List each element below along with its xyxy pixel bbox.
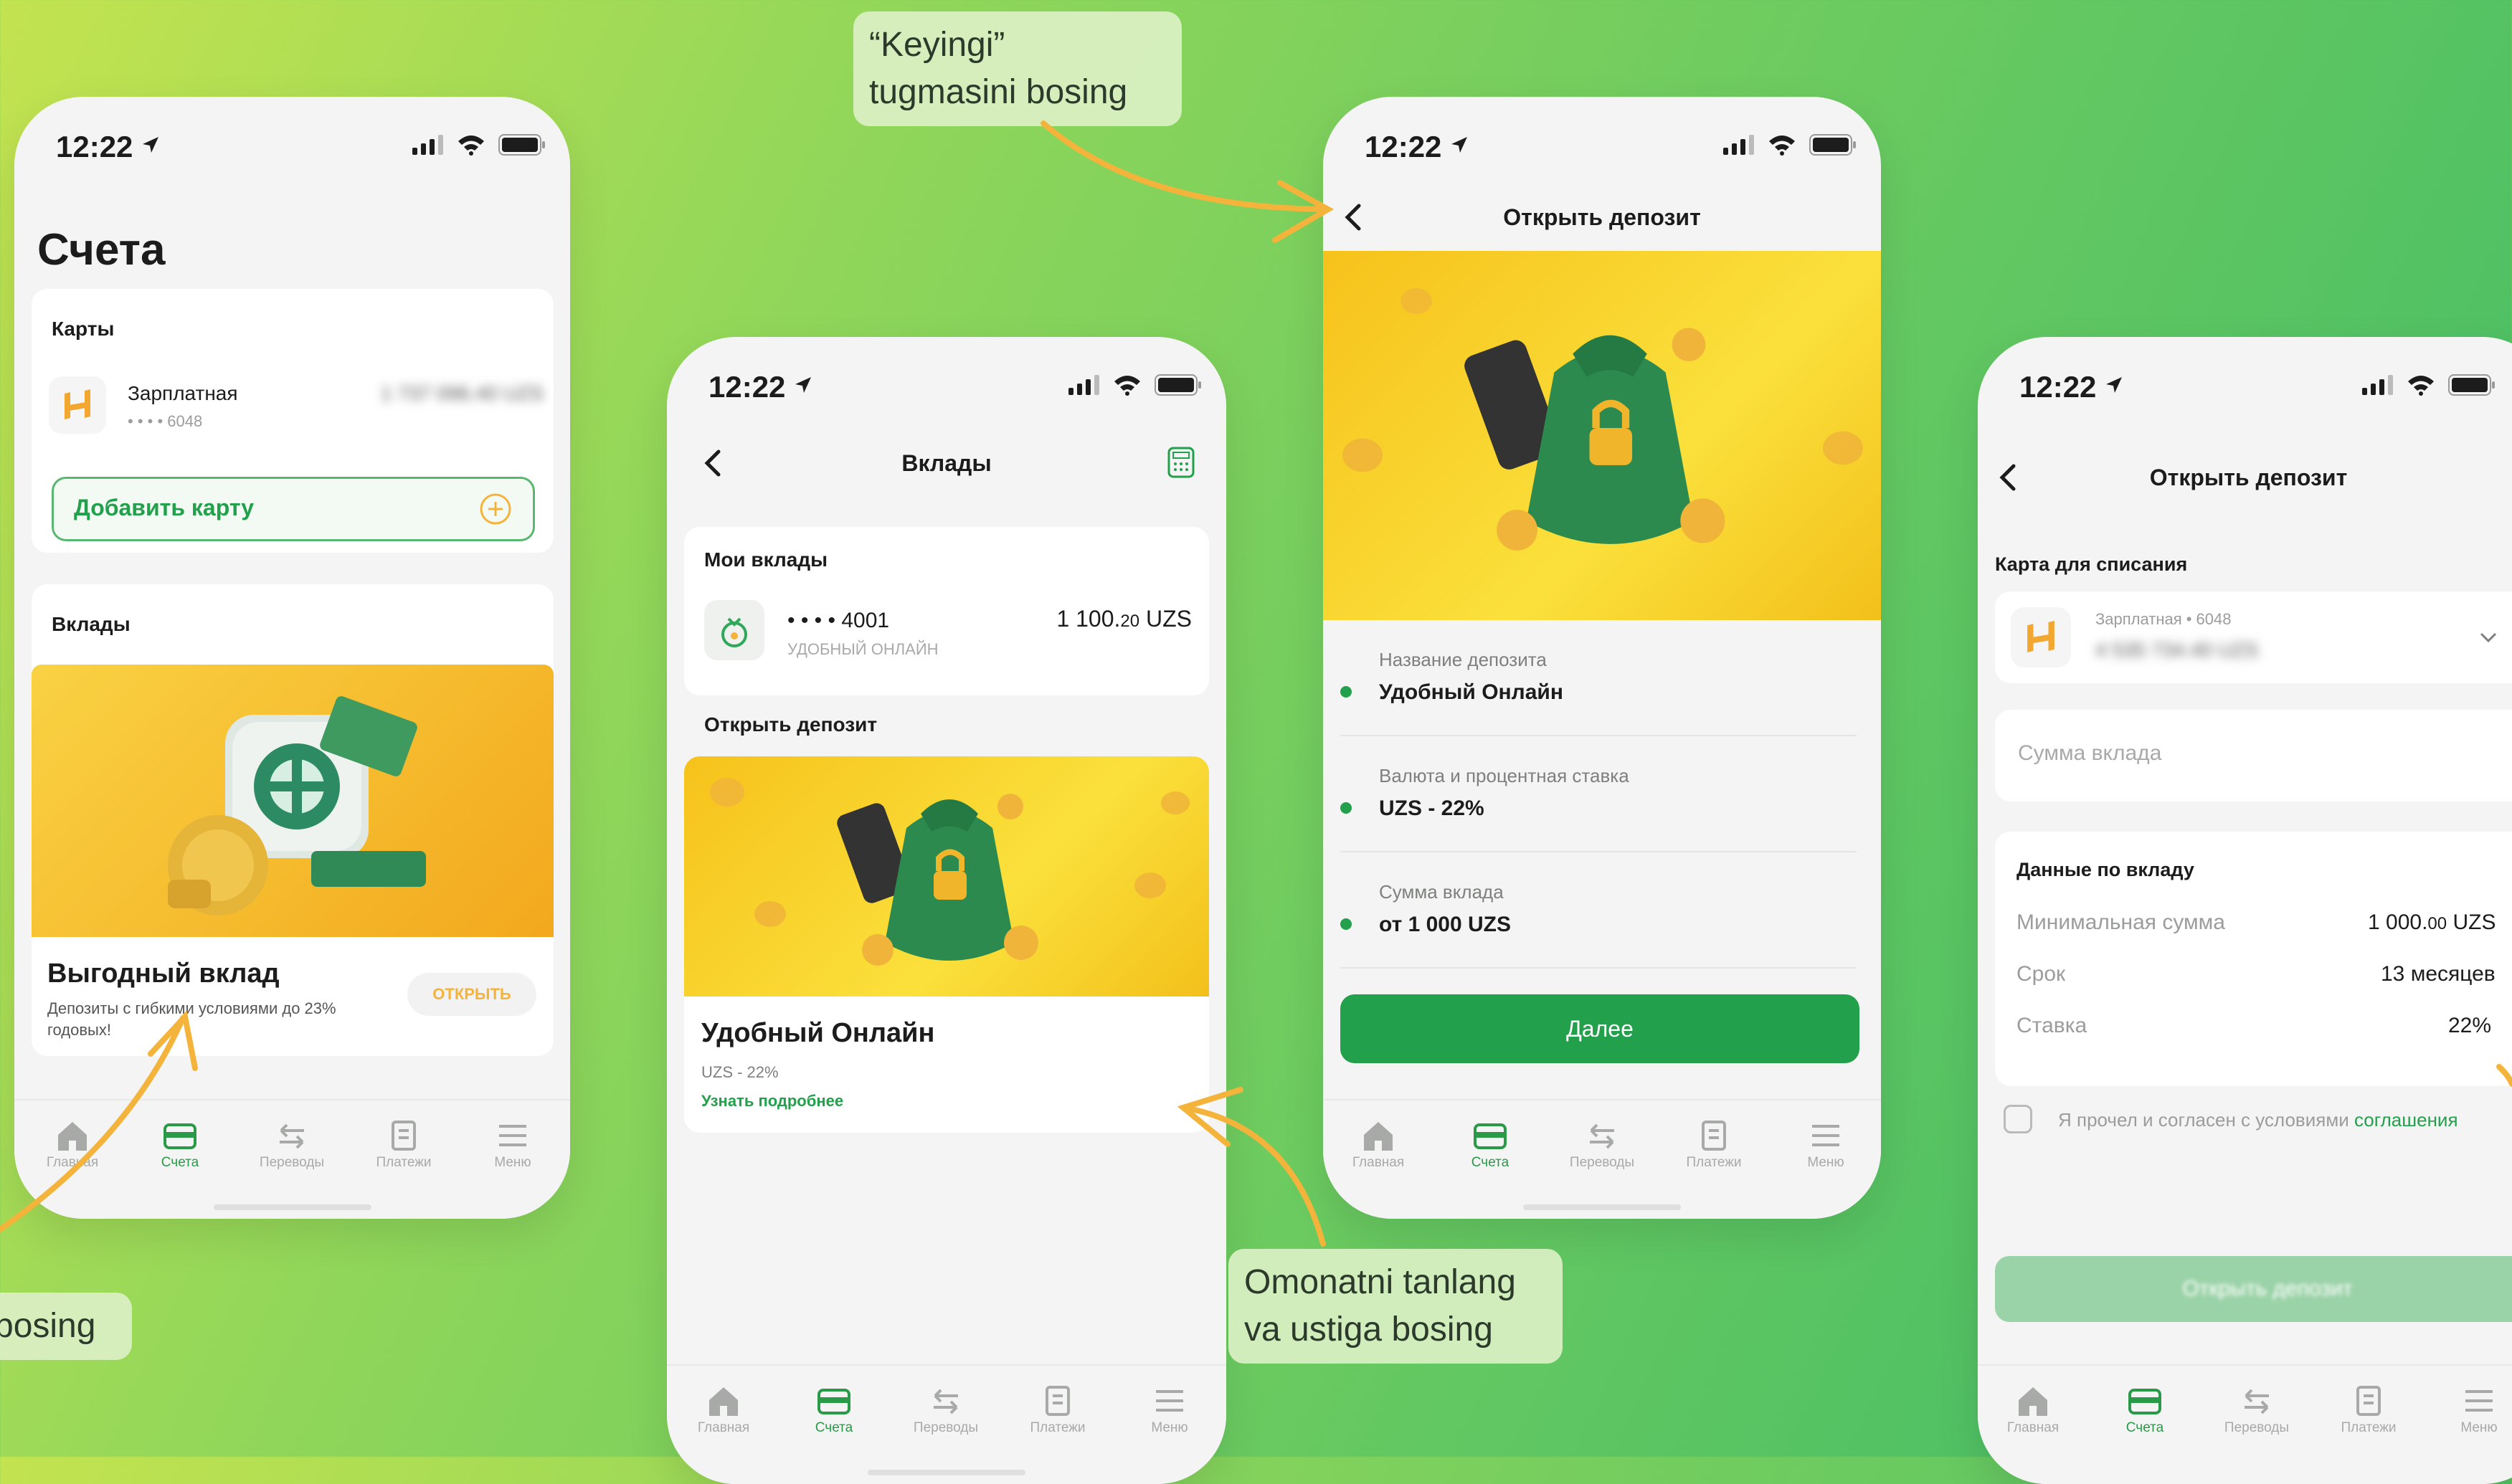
arrow-right-edge [2496,1064,2512,1087]
home-indicator [868,1470,1025,1475]
instruction-arrows [0,120,2512,1247]
arrow-to-back-button [1041,120,1330,212]
